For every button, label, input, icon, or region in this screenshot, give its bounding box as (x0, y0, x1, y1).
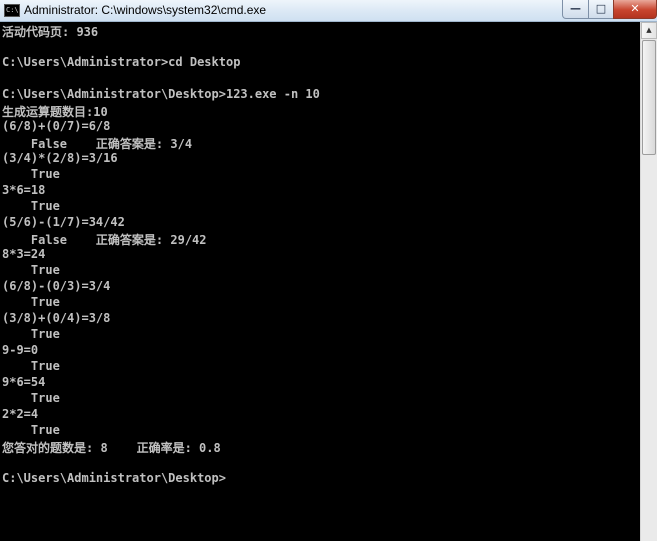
console-prompt-line: C:\Users\Administrator\Desktop> (2, 471, 226, 485)
console-line: C:\Users\Administrator\Desktop>123.exe -… (2, 87, 320, 101)
console-line: (5/6)-(1/7)=34/42 (2, 215, 125, 229)
console-line: 8*3=24 (2, 247, 46, 261)
console-line: C:\Users\Administrator>cd Desktop (2, 55, 241, 69)
console-line: 9*6=54 (2, 375, 46, 389)
window-title: Administrator: C:\windows\system32\cmd.e… (24, 3, 267, 17)
cmd-window: C:\ Administrator: C:\windows\system32\c… (0, 0, 657, 541)
console-line: True (2, 327, 60, 341)
minimize-button[interactable]: — (562, 0, 589, 19)
vertical-scrollbar[interactable]: ▲ (640, 22, 657, 541)
console-line: True (2, 295, 60, 309)
console-line: 您答对的题数是: 8 正确率是: 0.8 (2, 441, 221, 455)
console-line: True (2, 359, 60, 373)
console-line: (6/8)-(0/3)=3/4 (2, 279, 111, 293)
maximize-button[interactable]: □ (588, 0, 614, 19)
console-line: 活动代码页: 936 (2, 25, 99, 39)
console-output[interactable]: 活动代码页: 936 C:\Users\Administrator>cd Des… (2, 23, 640, 541)
console-line: (6/8)+(0/7)=6/8 (2, 119, 111, 133)
console-line: True (2, 263, 60, 277)
console-line: True (2, 423, 60, 437)
console-line: (3/4)*(2/8)=3/16 (2, 151, 118, 165)
console-line: 2*2=4 (2, 407, 39, 421)
title-bar[interactable]: C:\ Administrator: C:\windows\system32\c… (0, 0, 657, 22)
cmd-app-icon[interactable]: C:\ (4, 4, 20, 17)
console-line: False 正确答案是: 29/42 (2, 233, 207, 247)
console-line: False 正确答案是: 3/4 (2, 137, 193, 151)
console-line: 9-9=0 (2, 343, 39, 357)
scroll-up-arrow-icon[interactable]: ▲ (641, 22, 657, 39)
console-line: 3*6=18 (2, 183, 46, 197)
console-line: 生成运算题数目:10 (2, 105, 108, 119)
console-line: True (2, 391, 60, 405)
console-line: True (2, 199, 60, 213)
scroll-thumb[interactable] (642, 40, 656, 155)
console-line: (3/8)+(0/4)=3/8 (2, 311, 111, 325)
console-line: True (2, 167, 60, 181)
close-button[interactable]: ✕ (613, 0, 657, 19)
